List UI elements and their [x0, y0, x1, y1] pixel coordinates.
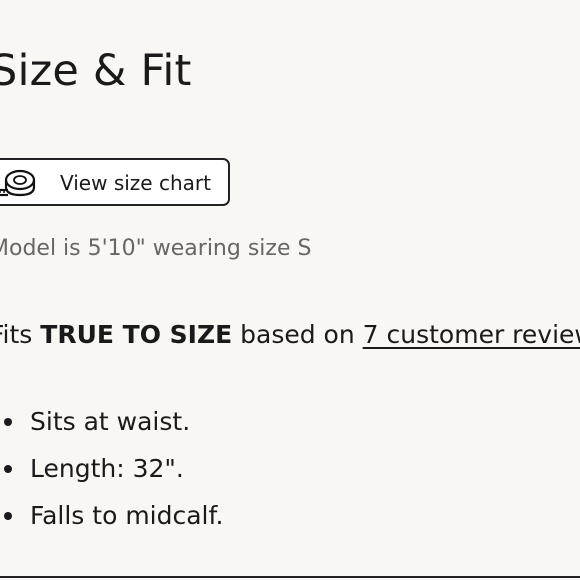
- customer-reviews-link[interactable]: 7 customer reviews: [363, 320, 580, 349]
- list-item: Length: 32".: [0, 445, 223, 492]
- size-and-fit-section: Size & Fit View size chart Model is 5'10…: [0, 0, 580, 580]
- section-divider: [0, 576, 580, 578]
- model-info-text: Model is 5'10" wearing size S: [0, 236, 312, 261]
- fit-verdict: TRUE TO SIZE: [40, 320, 233, 349]
- list-item: Sits at waist.: [0, 398, 223, 445]
- fit-middle: based on: [232, 320, 363, 349]
- view-size-chart-label: View size chart: [60, 171, 211, 195]
- section-title: Size & Fit: [0, 46, 192, 96]
- view-size-chart-button[interactable]: View size chart: [0, 158, 230, 206]
- fit-details-list: Sits at waist. Length: 32". Falls to mid…: [0, 398, 223, 539]
- fit-summary: Fits TRUE TO SIZE based on 7 customer re…: [0, 318, 580, 352]
- fit-prefix: Fits: [0, 320, 33, 349]
- measuring-tape-icon: [0, 169, 36, 197]
- list-item: Falls to midcalf.: [0, 492, 223, 539]
